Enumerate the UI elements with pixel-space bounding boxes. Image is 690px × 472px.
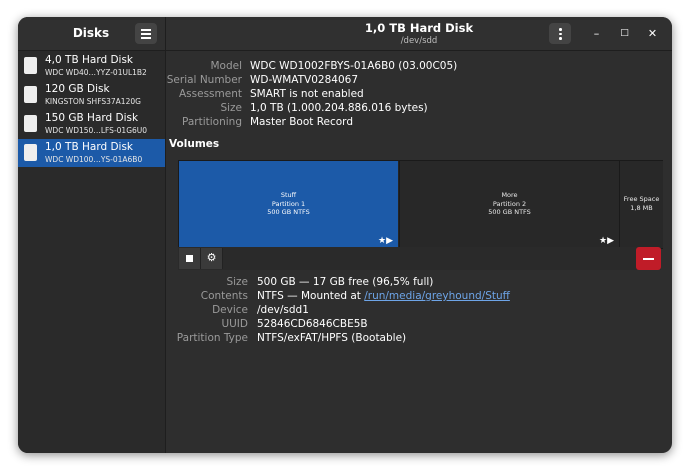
partition-2-block[interactable]: More Partition 2 500 GB NTFS ★▶ [399,161,619,248]
device-label: Device [212,304,248,316]
disk-name: 150 GB Hard Disk [45,112,139,124]
partition-settings-button[interactable]: ⚙ [201,248,223,269]
partition-size: 500 GB NTFS [488,208,531,216]
hamburger-icon [141,29,151,31]
partition-name: Stuff [280,191,297,199]
partition-number: Partition 1 [271,199,306,208]
volume-toolbar: ⚙ [178,247,661,270]
drive-icon [24,115,37,132]
partition-size-value: 500 GB — 17 GB free (96,5% full) [257,276,434,288]
delete-partition-button[interactable] [636,247,661,270]
header-bar: 1,0 TB Hard Disk /dev/sdd – □ ✕ [166,17,672,51]
stop-icon [186,255,193,262]
free-space-name: Free Space [623,195,660,203]
disk-list-item[interactable]: 4,0 TB Hard Disk WDC WD40…YYZ-01UL1B2 [18,52,165,80]
disk-list-item[interactable]: 120 GB Disk KINGSTON SHFS37A120G [18,81,165,109]
disk-list-item-selected[interactable]: 1,0 TB Hard Disk WDC WD100…YS-01A6B0 [18,139,165,167]
drive-menu-button[interactable] [549,23,571,44]
sidebar: Disks 4,0 TB Hard Disk WDC WD40…YYZ-01UL… [18,17,166,453]
drive-icon [24,144,37,161]
free-space-size: 1,8 MB [630,203,653,212]
partitioning-value: Master Boot Record [250,116,353,128]
free-space-text: Free Space 1,8 MB [620,195,663,212]
contents-text: NTFS — Mounted at [257,290,365,302]
serial-value: WD-WMATV0284067 [250,74,358,86]
disk-list-item[interactable]: 150 GB Hard Disk WDC WD150…LFS-01G6U0 [18,110,165,138]
volumes-heading: Volumes [169,138,220,150]
size-value: 1,0 TB (1.000.204.886.016 bytes) [250,102,428,114]
model-value: WDC WD1002FBYS-01A6B0 (03.00C05) [250,60,458,72]
disk-name: 4,0 TB Hard Disk [45,54,134,66]
serial-label: Serial Number [166,74,242,86]
partition-2-text: More Partition 2 500 GB NTFS [400,191,619,217]
partition-1-text: Stuff Partition 1 500 GB NTFS [179,191,398,217]
drive-icon [24,86,37,103]
disk-model: WDC WD100…YS-01A6B0 [45,155,143,164]
contents-value: NTFS — Mounted at /run/media/greyhound/S… [257,290,510,302]
disk-model: WDC WD150…LFS-01G6U0 [45,126,148,135]
disk-model: WDC WD40…YYZ-01UL1B2 [45,68,147,77]
assessment-value: SMART is not enabled [250,88,364,100]
assessment-label: Assessment [179,88,242,100]
size-label: Size [220,102,242,114]
app-title: Disks [72,26,110,40]
partition-size-label: Size [226,276,248,288]
gear-icon: ⚙ [206,251,217,264]
disk-model: KINGSTON SHFS37A120G [45,97,141,106]
device-value: /dev/sdd1 [257,304,309,316]
uuid-label: UUID [221,318,248,330]
more-vertical-icon-dot [559,37,562,40]
free-space-block[interactable]: Free Space 1,8 MB [619,161,663,248]
contents-label: Contents [200,290,248,302]
mounted-bootable-icon: ★▶ [378,235,393,246]
partition-number: Partition 2 [492,199,527,208]
partition-type-value: NTFS/exFAT/HPFS (Bootable) [257,332,407,344]
unmount-button[interactable] [179,248,201,269]
disk-name: 1,0 TB Hard Disk [45,141,134,153]
mounted-bootable-icon: ★▶ [599,235,614,246]
disks-window: Disks 4,0 TB Hard Disk WDC WD40…YYZ-01UL… [18,17,672,453]
more-vertical-icon [559,28,562,31]
minus-icon [643,258,654,260]
sidebar-header: Disks [18,17,165,51]
minimize-button[interactable]: – [589,26,604,41]
partition-name: More [501,191,518,199]
uuid-value: 52846CD6846CBE5B [257,318,368,330]
drive-icon [24,57,37,74]
close-button[interactable]: ✕ [645,26,660,41]
partition-1-block[interactable]: Stuff Partition 1 500 GB NTFS ★▶ [179,161,398,248]
model-label: Model [210,60,242,72]
main-menu-button[interactable] [135,23,157,44]
partition-type-label: Partition Type [176,332,248,344]
hamburger-icon-line [141,33,151,35]
disk-name: 120 GB Disk [45,83,110,95]
partitioning-label: Partitioning [182,116,242,128]
partition-size: 500 GB NTFS [267,208,310,216]
hamburger-icon-line [141,37,151,39]
more-vertical-icon-dot [559,32,562,35]
mount-point-link[interactable]: /run/media/greyhound/Stuff [364,290,510,302]
volumes-graphic: Stuff Partition 1 500 GB NTFS ★▶ More Pa… [178,160,663,249]
maximize-button[interactable]: □ [617,26,632,41]
